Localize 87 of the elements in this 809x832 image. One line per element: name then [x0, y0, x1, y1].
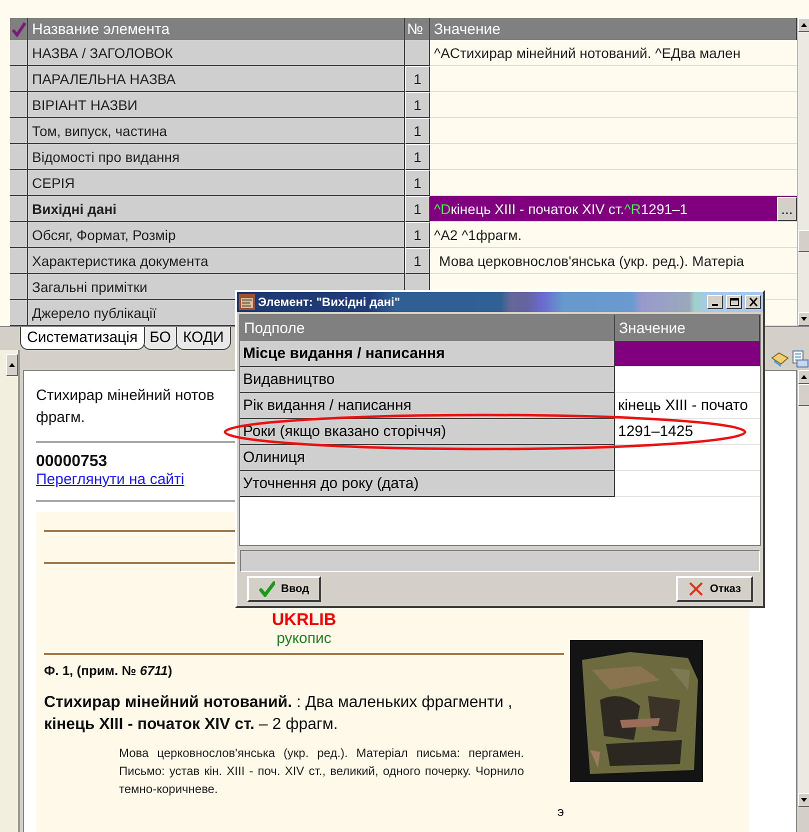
row-header[interactable]: [10, 40, 28, 66]
subfield-name[interactable]: Роки (якщо вказано сторіччя): [240, 419, 615, 445]
field-count: 1: [405, 222, 430, 248]
source-type: рукопис: [276, 630, 332, 647]
scroll-up-button[interactable]: [6, 354, 18, 376]
check-icon: [11, 21, 27, 37]
close-icon: [748, 297, 758, 307]
book-icon[interactable]: [771, 350, 789, 368]
field-name[interactable]: НАЗВА / ЗАГОЛОВОК: [32, 44, 173, 60]
record-title: фрагм.: [36, 408, 86, 428]
value-cell[interactable]: [615, 341, 760, 367]
value-cell[interactable]: ^Dкінець XIII - початок XIV ст.^R1291–1 ...: [430, 196, 797, 222]
site-link[interactable]: Переглянути на сайті: [36, 471, 184, 488]
minimize-icon: [712, 304, 718, 306]
row-header[interactable]: [10, 144, 28, 170]
down-arrow-icon: [801, 798, 807, 802]
down-arrow-icon: [801, 317, 807, 321]
close-button[interactable]: [745, 295, 761, 309]
record-id: 00000753: [36, 453, 108, 471]
row-header[interactable]: [10, 92, 28, 118]
subfield-name[interactable]: Рік видання / написання: [240, 393, 615, 419]
value-cell[interactable]: ^A2 ^1фрагм.: [430, 222, 797, 248]
field-count: 1: [405, 144, 430, 170]
row-header[interactable]: [10, 300, 28, 326]
dialog-title: Элемент: "Вихідні дані": [258, 295, 402, 309]
field-count: 1: [405, 92, 430, 118]
row-header[interactable]: [10, 118, 28, 144]
scroll-thumb[interactable]: [798, 230, 809, 252]
scroll-down-button[interactable]: [798, 793, 809, 807]
edit-button[interactable]: ...: [777, 196, 797, 220]
row-header[interactable]: [10, 248, 28, 274]
field-count: 1: [405, 118, 430, 144]
field-name[interactable]: Характеристика документа: [32, 252, 208, 268]
scroll-up-button[interactable]: [798, 370, 809, 384]
row-header[interactable]: [10, 196, 28, 222]
app-icon: [239, 294, 255, 310]
subfield-name[interactable]: Видавництво: [240, 367, 615, 393]
field-count: 1: [405, 170, 430, 196]
scroll-thumb[interactable]: [798, 384, 809, 406]
shelfmark: Ф. 1, (прим. № 6711): [44, 663, 174, 678]
subfield-name[interactable]: Олиниця: [240, 445, 615, 471]
field-name[interactable]: ВІРІАНТ НАЗВИ: [32, 96, 138, 112]
tab[interactable]: БО: [142, 327, 178, 350]
maximize-icon: [728, 297, 740, 307]
field-name[interactable]: Том, випуск, частина: [32, 122, 168, 138]
row-header[interactable]: [10, 222, 28, 248]
mark-text: э: [557, 804, 564, 819]
field-name[interactable]: Джерело публікації: [32, 304, 156, 320]
scroll-down-button[interactable]: [798, 312, 809, 326]
up-arrow-icon: [801, 375, 807, 379]
row-header[interactable]: [10, 66, 28, 92]
minimize-button[interactable]: [707, 295, 723, 309]
field-value[interactable]: ^Dкінець XIII - початок XIV ст.^R1291–1: [434, 200, 688, 216]
row-header[interactable]: [10, 274, 28, 300]
up-arrow-icon: [801, 23, 807, 27]
field-count: 1: [405, 66, 430, 92]
field-name[interactable]: Вихідні дані: [32, 200, 117, 216]
field-count: 1: [405, 248, 430, 274]
maximize-button[interactable]: [726, 295, 742, 309]
row-header[interactable]: [10, 170, 28, 196]
scroll-up-button[interactable]: [798, 18, 809, 32]
source-name: UKRLIB: [272, 610, 336, 630]
tab[interactable]: Систематизація: [20, 327, 145, 350]
field-name[interactable]: Загальні примітки: [32, 278, 148, 294]
field-name[interactable]: ПАРАЛЕЛЬНА НАЗВА: [32, 70, 176, 86]
cancel-button[interactable]: Отказ: [676, 576, 753, 602]
scrollbar[interactable]: [797, 18, 809, 326]
value-cell[interactable]: ^AСтихирар мінейний нотований. ^EДва мален: [430, 40, 797, 66]
subfield-name[interactable]: Місце видання / написання: [240, 341, 615, 367]
document-icon[interactable]: [791, 350, 809, 368]
cross-icon: [688, 581, 704, 597]
value-cell[interactable]: кінець XIII - почато: [615, 393, 760, 419]
notes: Мова церковнослов'янська (укр. ред.). Матеріал письма: пергамен. Письмо: устав кін. XIII - поч. XIV ст., великий, одного почерку. Чорнило темно-коричневе.: [119, 745, 524, 798]
field-name[interactable]: Відомості про видання: [32, 148, 180, 164]
value-cell[interactable]: Мова церковнослов'янська (укр. ред.). Матеріа: [430, 248, 797, 274]
ok-button[interactable]: Ввод: [247, 576, 322, 602]
field-name[interactable]: Обсяг, Формат, Розмір: [32, 226, 176, 242]
up-arrow-icon: [9, 363, 15, 367]
field-name[interactable]: СЕРІЯ: [32, 174, 75, 190]
value-cell[interactable]: 1291–1425: [615, 419, 760, 445]
description: Стихирар мінейний нотований. : Два маленьких фрагменти , кінець XIII - початок XIV ст. – 2 фрагм.: [44, 693, 514, 735]
field-count: 1: [405, 196, 430, 222]
subfield-name[interactable]: Уточнення до року (дата): [240, 471, 615, 497]
scrollbar[interactable]: [797, 370, 809, 807]
check-icon: [259, 581, 275, 597]
record-title: Стихирар мінейний нотов: [36, 386, 216, 406]
tab[interactable]: КОДИ: [176, 327, 231, 350]
